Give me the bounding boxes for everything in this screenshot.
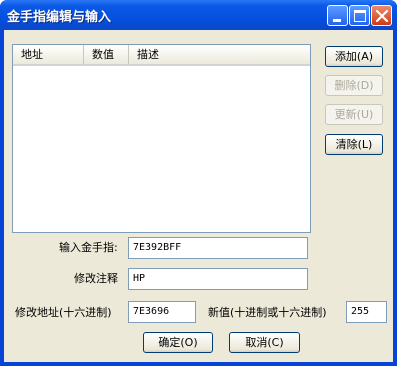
comment-input[interactable]: HP (128, 268, 308, 290)
ok-button[interactable]: 确定(O) (143, 332, 213, 353)
new-value-label: 新值(十进制或十六进制) (208, 306, 327, 319)
list-header: 地址 数值 描述 (13, 45, 310, 66)
address-input[interactable]: 7E3696 (128, 301, 196, 323)
code-label: 输入金手指: (59, 241, 118, 254)
window-bottom-border (0, 362, 397, 366)
title-bar[interactable]: 金手指编辑与输入 (0, 0, 397, 30)
minimize-button[interactable] (327, 5, 348, 26)
close-button[interactable] (371, 5, 392, 26)
column-header-address[interactable]: 地址 (13, 45, 84, 64)
delete-button[interactable]: 删除(D) (325, 75, 383, 96)
update-button[interactable]: 更新(U) (325, 104, 383, 125)
maximize-button[interactable] (349, 5, 370, 26)
maximize-icon (354, 10, 366, 22)
clear-button[interactable]: 清除(L) (325, 134, 383, 155)
close-icon (375, 9, 389, 23)
new-value-input[interactable]: 255 (346, 301, 387, 323)
dialog-window: 金手指编辑与输入 地址 数值 描述 添加(A) 删除(D) 更新(U) 清除(L… (0, 0, 397, 366)
window-title: 金手指编辑与输入 (7, 10, 112, 25)
column-header-description[interactable]: 描述 (129, 45, 310, 64)
column-header-value[interactable]: 数值 (84, 45, 129, 64)
comment-label: 修改注释 (74, 272, 118, 285)
code-input[interactable]: 7E392BFF (128, 237, 308, 259)
cheat-list[interactable]: 地址 数值 描述 (12, 44, 311, 233)
minimize-icon (333, 19, 341, 22)
cancel-button[interactable]: 取消(C) (229, 332, 300, 353)
dialog-body: 地址 数值 描述 添加(A) 删除(D) 更新(U) 清除(L) 输入金手指: … (4, 30, 393, 362)
address-label: 修改地址(十六进制) (15, 306, 112, 319)
add-button[interactable]: 添加(A) (325, 46, 383, 67)
